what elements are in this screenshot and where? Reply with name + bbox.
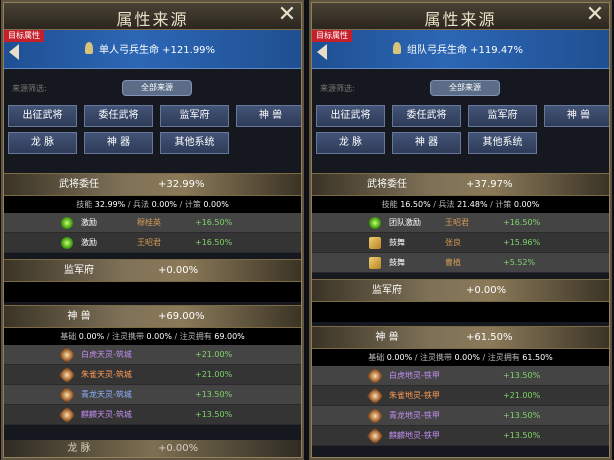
target-attribute-bar: 目标属性 单人弓兵生命 +121.99% xyxy=(3,30,302,69)
target-stat: 组队弓兵生命 +119.47% xyxy=(407,45,524,56)
panel-header: 属性来源 ✕ xyxy=(311,2,610,30)
filter-appointed-generals[interactable]: 委任武将 xyxy=(84,105,153,127)
section-breakdown: 基础 0.00% / 注灵携带 0.00% / 注灵拥有 69.00% xyxy=(3,328,302,345)
section-dragon-vein: 龙 脉 +0.00% xyxy=(3,440,302,458)
panel-header: 属性来源 ✕ xyxy=(3,2,302,30)
section-breakdown: 技能 16.50% / 兵法 21.48% / 计策 0.00% xyxy=(311,196,610,213)
section-header: 神 兽 +61.50% xyxy=(311,326,610,349)
list-item: 麒麟地灵-铁甲 +13.50% xyxy=(311,426,610,446)
beast-icon xyxy=(366,367,384,385)
list-item: 鼓舞 张良 +15.96% xyxy=(311,233,610,253)
list-item: 青龙地灵-铁甲 +13.50% xyxy=(311,406,610,426)
section-breakdown: 基础 0.00% / 注灵携带 0.00% / 注灵拥有 61.50% xyxy=(311,349,610,366)
empty-breakdown xyxy=(3,282,302,302)
filter-dragon-vein[interactable]: 龙 脉 xyxy=(316,132,385,154)
beast-icon xyxy=(58,386,76,404)
back-arrow-icon[interactable] xyxy=(317,44,327,60)
filter-divine-beast[interactable]: 神 兽 xyxy=(544,105,610,127)
beast-icon xyxy=(58,366,76,384)
all-sources-button[interactable]: 全部来源 xyxy=(122,80,192,96)
beast-icon xyxy=(366,427,384,445)
team-inspire-icon xyxy=(369,217,381,229)
source-filter-area: 来源筛选: 全部来源 出征武将 委任武将 监军府 神 兽 龙 脉 神 器 其他系… xyxy=(311,69,610,173)
section-supervisor-office: 监军府 +0.00% xyxy=(311,279,610,322)
encourage-icon xyxy=(369,257,381,269)
list-item: 麒麟天灵-筑城 +13.50% xyxy=(3,405,302,425)
list-item: 朱雀地灵-铁甲 +21.00% xyxy=(311,386,610,406)
section-general-appointment: 武将委任 +32.99% 技能 32.99% / 兵法 0.00% / 计策 0.… xyxy=(3,173,302,253)
close-icon[interactable]: ✕ xyxy=(584,4,606,26)
beast-icon xyxy=(366,387,384,405)
attribute-source-panel-left: 属性来源 ✕ 目标属性 单人弓兵生命 +121.99% 来源筛选: 全部来源 出… xyxy=(1,0,304,460)
back-arrow-icon[interactable] xyxy=(9,44,19,60)
section-divine-beast: 神 兽 +69.00% 基础 0.00% / 注灵携带 0.00% / 注灵拥有 … xyxy=(3,305,302,425)
section-header: 武将委任 +32.99% xyxy=(3,173,302,196)
empty-breakdown xyxy=(311,302,610,322)
all-sources-button[interactable]: 全部来源 xyxy=(430,80,500,96)
section-header: 神 兽 +69.00% xyxy=(3,305,302,328)
list-item: 鼓舞 曹植 +5.52% xyxy=(311,253,610,273)
list-item: 朱雀天灵-筑城 +21.00% xyxy=(3,365,302,385)
section-general-appointment: 武将委任 +37.97% 技能 16.50% / 兵法 21.48% / 计策 0… xyxy=(311,173,610,273)
archer-icon xyxy=(85,42,93,54)
section-supervisor-office: 监军府 +0.00% xyxy=(3,259,302,302)
list-item: 青龙天灵-筑城 +13.50% xyxy=(3,385,302,405)
section-header: 武将委任 +37.97% xyxy=(311,173,610,196)
target-attribute-tag: 目标属性 xyxy=(4,30,44,42)
filter-other-systems[interactable]: 其他系统 xyxy=(160,132,229,154)
panel-title: 属性来源 xyxy=(116,10,189,29)
filter-label: 来源筛选: xyxy=(12,84,47,93)
section-breakdown: 技能 32.99% / 兵法 0.00% / 计策 0.00% xyxy=(3,196,302,213)
target-attribute-bar: 目标属性 组队弓兵生命 +119.47% xyxy=(311,30,610,69)
filter-expedition-generals[interactable]: 出征武将 xyxy=(316,105,385,127)
list-item: 白虎天灵-筑城 +21.00% xyxy=(3,345,302,365)
target-stat: 单人弓兵生命 +121.99% xyxy=(99,45,216,56)
panel-title: 属性来源 xyxy=(424,10,497,29)
archer-icon xyxy=(393,42,401,54)
filter-dragon-vein[interactable]: 龙 脉 xyxy=(8,132,77,154)
attribute-source-panel-right: 属性来源 ✕ 目标属性 组队弓兵生命 +119.47% 来源筛选: 全部来源 出… xyxy=(309,0,612,460)
list-item: 白虎地灵-铁甲 +13.50% xyxy=(311,366,610,386)
list-item: 激励 穆桂英 +16.50% xyxy=(3,213,302,233)
close-icon[interactable]: ✕ xyxy=(276,4,298,26)
encourage-icon xyxy=(369,237,381,249)
target-attribute-tag: 目标属性 xyxy=(312,30,352,42)
section-divine-beast: 神 兽 +61.50% 基础 0.00% / 注灵携带 0.00% / 注灵拥有 … xyxy=(311,326,610,446)
filter-supervisor-office[interactable]: 监军府 xyxy=(160,105,229,127)
beast-icon xyxy=(366,407,384,425)
list-item: 激励 王昭君 +16.50% xyxy=(3,233,302,253)
filter-expedition-generals[interactable]: 出征武将 xyxy=(8,105,77,127)
filter-appointed-generals[interactable]: 委任武将 xyxy=(392,105,461,127)
filter-other-systems[interactable]: 其他系统 xyxy=(468,132,537,154)
filter-divine-beast[interactable]: 神 兽 xyxy=(236,105,302,127)
section-header: 监军府 +0.00% xyxy=(3,259,302,282)
section-header: 监军府 +0.00% xyxy=(311,279,610,302)
beast-icon xyxy=(58,346,76,364)
filter-artifact[interactable]: 神 器 xyxy=(392,132,461,154)
filter-label: 来源筛选: xyxy=(320,84,355,93)
beast-icon xyxy=(58,406,76,424)
source-filter-area: 来源筛选: 全部来源 出征武将 委任武将 监军府 神 兽 龙 脉 神 器 其他系… xyxy=(3,69,302,173)
filter-supervisor-office[interactable]: 监军府 xyxy=(468,105,537,127)
list-item: 团队激励 王昭君 +16.50% xyxy=(311,213,610,233)
inspire-icon xyxy=(61,237,73,249)
filter-artifact[interactable]: 神 器 xyxy=(84,132,153,154)
inspire-icon xyxy=(61,217,73,229)
